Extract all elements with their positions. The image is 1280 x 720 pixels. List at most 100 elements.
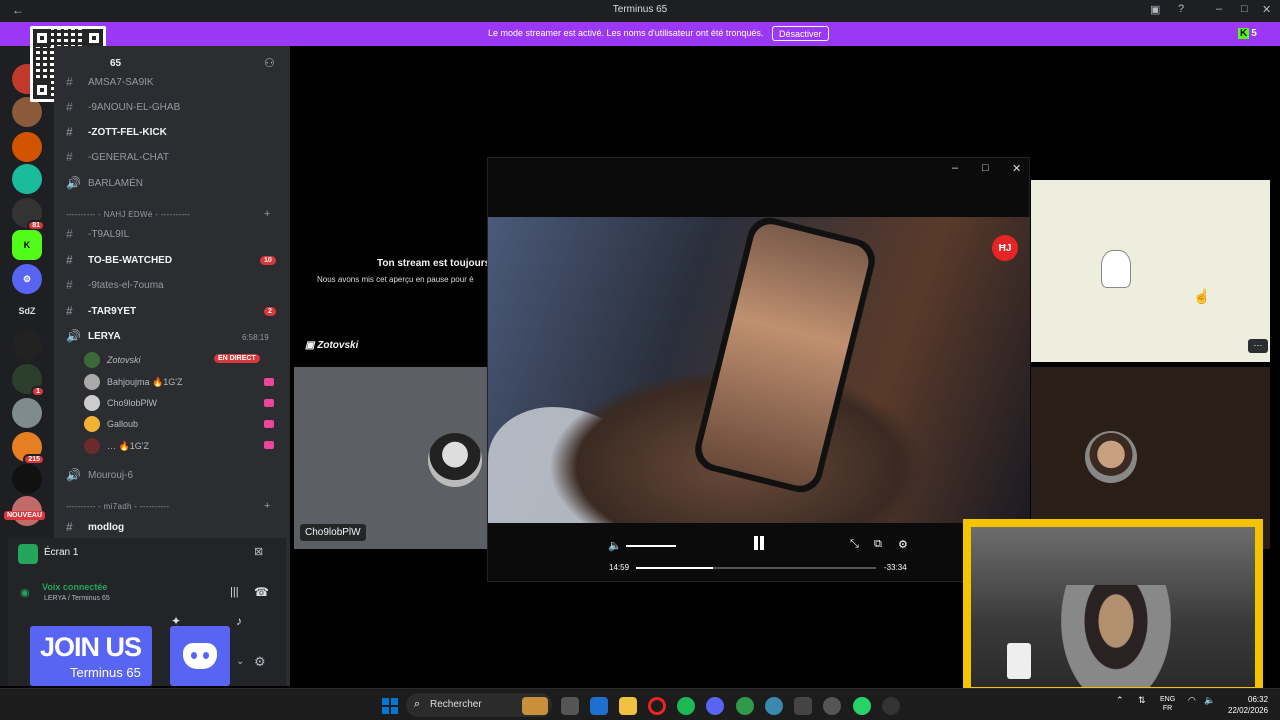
kick-server-icon[interactable]: K: [12, 230, 42, 260]
close-icon[interactable]: ✕: [1262, 3, 1271, 16]
paused-stream-title: Ton stream est toujours: [377, 258, 491, 269]
avatar: [1085, 431, 1137, 483]
disconnect-icon[interactable]: ☎: [254, 585, 269, 599]
volume-icon[interactable]: 🔈: [608, 539, 622, 552]
chevron-down-icon[interactable]: ⌄: [236, 656, 244, 667]
voice-connected-label: Voix connectée: [42, 582, 108, 592]
sdz-server-icon[interactable]: SdZ: [12, 296, 42, 326]
category-header[interactable]: ---------- - mi7adh - ---------- +: [66, 500, 270, 512]
wifi-icon[interactable]: ◠: [1188, 695, 1196, 706]
chevron-up-icon[interactable]: ⌃: [1116, 695, 1124, 706]
more-options-icon[interactable]: ···: [1248, 339, 1268, 353]
network-icon[interactable]: ⇅: [1138, 695, 1146, 706]
voice-location[interactable]: LERYA / Terminus 65: [44, 595, 110, 602]
streamer-name: ▣ Zotovski: [305, 340, 359, 351]
server-icon[interactable]: 215: [12, 432, 45, 465]
channel-item[interactable]: # -9tates-el-7ouma: [66, 275, 164, 295]
app-icon[interactable]: [765, 697, 783, 715]
settings-server-icon[interactable]: ⚙: [12, 264, 42, 294]
maximize-icon[interactable]: □: [1241, 3, 1248, 15]
app-icon[interactable]: [882, 697, 900, 715]
stop-share-icon[interactable]: ⊠: [254, 545, 263, 558]
channel-item[interactable]: # -ZOTT-FEL-KICK: [66, 122, 167, 142]
add-channel-icon[interactable]: +: [264, 500, 271, 512]
hash-icon: #: [66, 125, 73, 139]
invite-people-icon[interactable]: ⚇: [264, 56, 275, 70]
voice-user[interactable]: Zotovski: [84, 351, 141, 369]
discord-icon[interactable]: [706, 697, 724, 715]
server-icon[interactable]: [12, 464, 42, 494]
paused-stream-subtitle: Nous avons mis cet aperçu en pause pour …: [317, 275, 474, 284]
voice-user[interactable]: Cho9lobPlW: [84, 394, 157, 412]
channel-item[interactable]: # -TAR9YET 2: [66, 301, 276, 321]
collapse-icon[interactable]: ⤡: [850, 538, 859, 551]
channel-item[interactable]: # AMSA7-SA9IK: [66, 72, 154, 92]
task-view-icon[interactable]: [561, 697, 579, 715]
quality-icon[interactable]: ⚙: [898, 538, 908, 551]
new-badge: NOUVEAU: [4, 511, 46, 520]
voice-channel-item[interactable]: 🔊 BARLAMÉN: [66, 173, 143, 193]
participant-tile[interactable]: [294, 367, 488, 549]
speaker-icon[interactable]: 🔈: [1204, 695, 1215, 706]
avatar: [84, 352, 100, 368]
hash-icon: #: [66, 278, 73, 292]
spotify-icon[interactable]: [677, 697, 695, 715]
signal-icon: ◉: [20, 587, 30, 599]
whatsapp-icon[interactable]: [853, 697, 871, 715]
voice-channel-item[interactable]: 🔊 Mourouj-6: [66, 465, 133, 485]
app-icon[interactable]: [794, 697, 812, 715]
server-icon[interactable]: [12, 132, 42, 162]
cartoon-character-image: [1101, 250, 1131, 288]
minimize-icon[interactable]: –: [952, 162, 958, 174]
file-explorer-icon[interactable]: [619, 697, 637, 715]
noise-suppression-icon[interactable]: |||: [230, 586, 239, 598]
language-indicator[interactable]: ENG FR: [1160, 695, 1175, 713]
system-clock[interactable]: 06:32 22/02/2026: [1228, 694, 1268, 716]
channel-logo: ĦJ: [992, 235, 1018, 261]
app-icon[interactable]: [590, 697, 608, 715]
progress-bar[interactable]: [636, 567, 876, 569]
popout-icon[interactable]: ⧉: [874, 538, 882, 551]
hash-icon: #: [66, 75, 73, 89]
disable-streamer-mode-button[interactable]: Désactiver: [772, 26, 829, 41]
screen-share-label[interactable]: Écran 1: [44, 547, 78, 558]
settings-icon[interactable]: [823, 697, 841, 715]
maximize-icon[interactable]: □: [982, 162, 989, 174]
cup-image: [1007, 643, 1031, 679]
webcam-overlay: [963, 519, 1263, 697]
opera-icon[interactable]: [648, 697, 666, 715]
server-icon[interactable]: [12, 398, 42, 428]
live-badge: EN DIRECT: [214, 354, 260, 363]
voice-user[interactable]: … 🔥1G'Z: [84, 437, 149, 455]
current-time: 14:59: [609, 563, 630, 572]
inbox-icon[interactable]: ▣: [1150, 3, 1160, 16]
windows-start-icon[interactable]: [382, 698, 398, 714]
video-frame[interactable]: ĦJ: [488, 217, 1030, 523]
channel-item[interactable]: # -9ANOUN-EL-GHAB: [66, 97, 180, 117]
server-icon[interactable]: 81: [12, 198, 45, 231]
participant-tile[interactable]: ☝: [1031, 180, 1270, 362]
channel-item[interactable]: # -T9AL9IL: [66, 224, 129, 244]
app-icon[interactable]: [736, 697, 754, 715]
voice-channel-item[interactable]: 🔊 LERYA: [66, 326, 121, 346]
kick-overlay: K5: [1238, 28, 1257, 39]
help-icon[interactable]: ?: [1178, 3, 1184, 15]
voice-user[interactable]: Galloub: [84, 415, 138, 433]
server-name[interactable]: 65: [110, 58, 121, 69]
server-icon[interactable]: [12, 330, 42, 360]
gear-icon[interactable]: ⚙: [254, 654, 266, 670]
channel-item[interactable]: # modlog: [66, 517, 124, 537]
channel-item[interactable]: # -GENERAL-CHAT: [66, 147, 169, 167]
server-icon[interactable]: 1: [12, 364, 45, 397]
channel-item[interactable]: # TO-BE-WATCHED 10: [66, 250, 276, 270]
pause-button[interactable]: [752, 536, 766, 552]
category-header[interactable]: ---------- - NAHJ EDWé - ---------- +: [66, 208, 270, 220]
add-channel-icon[interactable]: +: [264, 208, 271, 220]
minimize-icon[interactable]: –: [1216, 3, 1222, 15]
volume-slider[interactable]: [626, 545, 676, 547]
widget-icon[interactable]: [522, 697, 548, 715]
close-icon[interactable]: ✕: [1012, 162, 1021, 175]
server-icon[interactable]: [12, 164, 42, 194]
soundboard-icon[interactable]: ♪: [236, 614, 242, 628]
voice-user[interactable]: Bahjoujma 🔥1G'Z: [84, 373, 182, 391]
